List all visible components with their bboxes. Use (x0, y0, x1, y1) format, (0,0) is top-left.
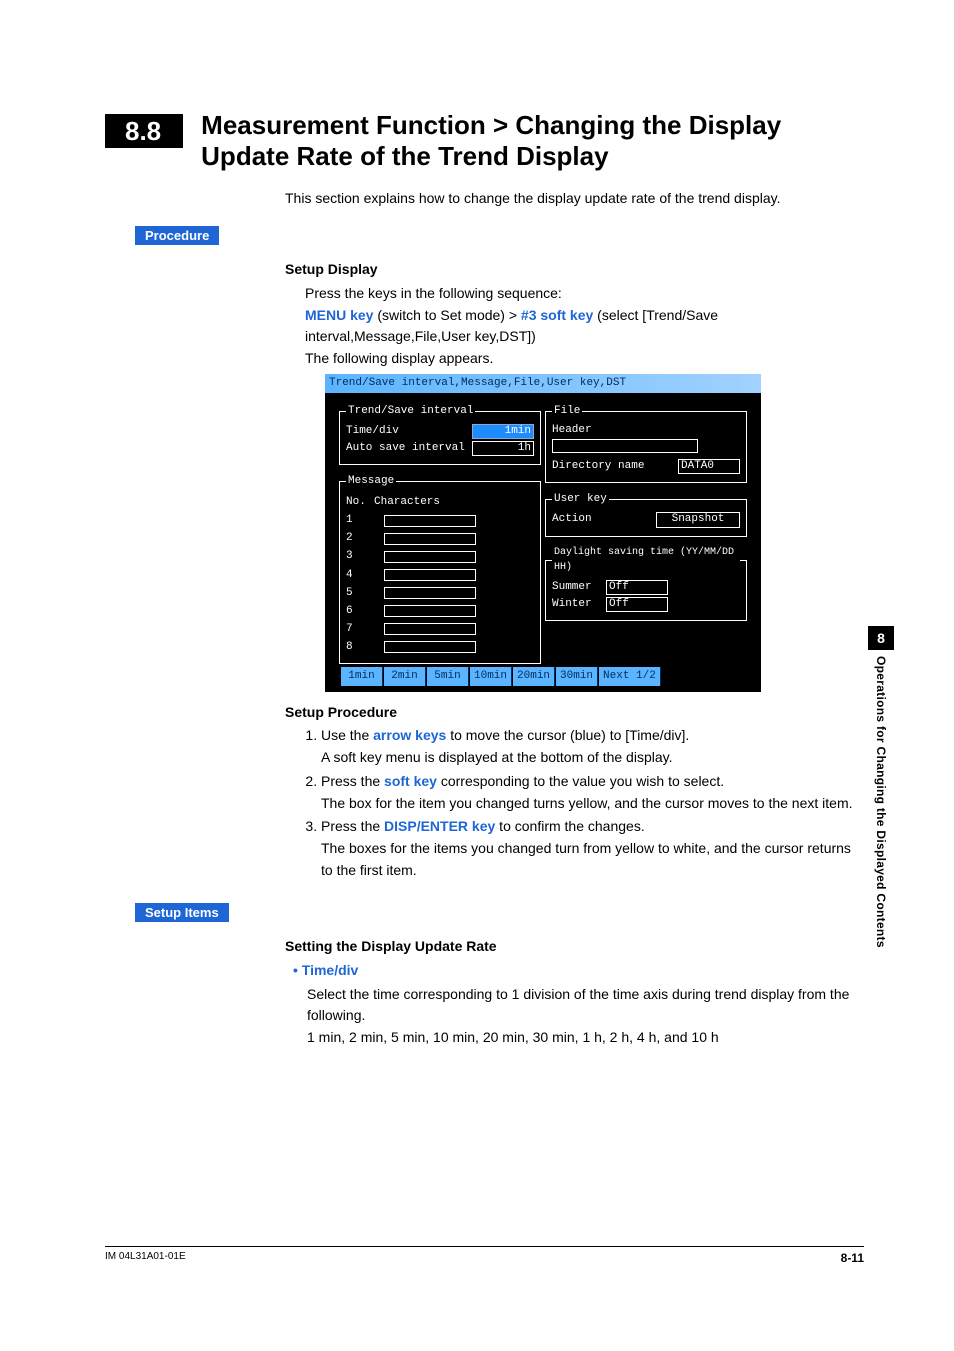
side-tab: 8 Operations for Changing the Displayed … (868, 626, 894, 951)
page: 8.8 Measurement Function > Changing the … (0, 0, 954, 1351)
group-file: File Header Directory name DATA0 (545, 403, 747, 483)
message-field[interactable] (384, 587, 476, 599)
softkey[interactable]: Next 1/2 (599, 667, 661, 686)
procedure-step: Use the arrow keys to move the cursor (b… (321, 725, 854, 768)
group-userkey: User key Action Snapshot (545, 491, 747, 536)
procedure-badge: Procedure (135, 226, 219, 245)
doc-id: IM 04L31A01-01E (105, 1251, 186, 1265)
group-message: Message No. Characters 12345678 (339, 473, 541, 663)
setup-display-keyseq: MENU key (switch to Set mode) > #3 soft … (305, 305, 854, 348)
chapter-number: 8 (868, 626, 894, 650)
message-row: 4 (346, 567, 534, 584)
setup-display-line1: Press the keys in the following sequence… (305, 283, 854, 305)
timediv-label: Time/div (346, 425, 468, 438)
softkey[interactable]: 2min (384, 667, 426, 686)
menu-key: MENU key (305, 307, 373, 323)
autosave-label: Auto save interval (346, 442, 468, 455)
screenshot-title: Trend/Save interval,Message,File,User ke… (325, 374, 761, 393)
message-field[interactable] (384, 641, 476, 653)
procedure-step: Press the soft key corresponding to the … (321, 771, 854, 814)
message-field[interactable] (384, 623, 476, 635)
group-trendsave: Trend/Save interval Time/div 1min Auto s… (339, 403, 541, 465)
softkey-3: #3 soft key (521, 307, 593, 323)
message-field[interactable] (384, 569, 476, 581)
footer: IM 04L31A01-01E 8-11 (105, 1246, 864, 1265)
setupitems-badge: Setup Items (135, 903, 229, 922)
softkey[interactable]: 20min (513, 667, 555, 686)
message-row: 8 (346, 639, 534, 656)
setup-display-body: Press the keys in the following sequence… (305, 283, 854, 692)
page-number: 8-11 (841, 1251, 864, 1265)
dirname-field[interactable]: DATA0 (678, 459, 740, 474)
softkey[interactable]: 5min (427, 667, 469, 686)
setup-procedure-heading: Setup Procedure (285, 702, 854, 724)
message-row: 1 (346, 512, 534, 529)
procedure-content: Setup Display Press the keys in the foll… (285, 259, 854, 881)
softkey[interactable]: 10min (470, 667, 512, 686)
softkey-bar: 1min2min5min10min20min30minNext 1/2 (341, 667, 661, 686)
autosave-value[interactable]: 1h (472, 441, 534, 456)
message-field[interactable] (384, 605, 476, 617)
message-row: 7 (346, 621, 534, 638)
message-row: 3 (346, 548, 534, 565)
message-field[interactable] (384, 515, 476, 527)
setup-items-heading: Setting the Display Update Rate (285, 936, 854, 958)
setup-display-line3: The following display appears. (305, 348, 854, 370)
softkey[interactable]: 1min (341, 667, 383, 686)
message-field[interactable] (384, 533, 476, 545)
group-dst: Daylight saving time (YY/MM/DD HH) Summe… (545, 545, 747, 621)
timediv-item: Time/div (293, 960, 358, 982)
action-field[interactable]: Snapshot (656, 512, 740, 527)
timediv-values: 1 min, 2 min, 5 min, 10 min, 20 min, 30 … (307, 1027, 854, 1049)
message-row: 5 (346, 585, 534, 602)
section-number: 8.8 (105, 114, 183, 148)
message-field[interactable] (384, 551, 476, 563)
chapter-title: Operations for Changing the Displayed Co… (874, 656, 888, 948)
setup-items-content: Setting the Display Update Rate Time/div… (285, 936, 854, 1048)
procedure-step: Press the DISP/ENTER key to confirm the … (321, 816, 854, 881)
message-row: 6 (346, 603, 534, 620)
timediv-value[interactable]: 1min (472, 424, 534, 439)
timediv-desc: Select the time corresponding to 1 divis… (307, 984, 854, 1027)
header-field[interactable] (552, 439, 698, 453)
softkey[interactable]: 30min (556, 667, 598, 686)
procedure-list: Use the arrow keys to move the cursor (b… (303, 725, 854, 881)
summer-field[interactable]: Off (606, 580, 668, 595)
section-intro: This section explains how to change the … (285, 190, 864, 206)
section-title: Measurement Function > Changing the Disp… (201, 110, 841, 172)
section-header: 8.8 Measurement Function > Changing the … (105, 110, 864, 172)
message-row: 2 (346, 530, 534, 547)
device-screenshot: Trend/Save interval,Message,File,User ke… (325, 374, 761, 692)
setup-display-heading: Setup Display (285, 259, 854, 281)
winter-field[interactable]: Off (606, 597, 668, 612)
